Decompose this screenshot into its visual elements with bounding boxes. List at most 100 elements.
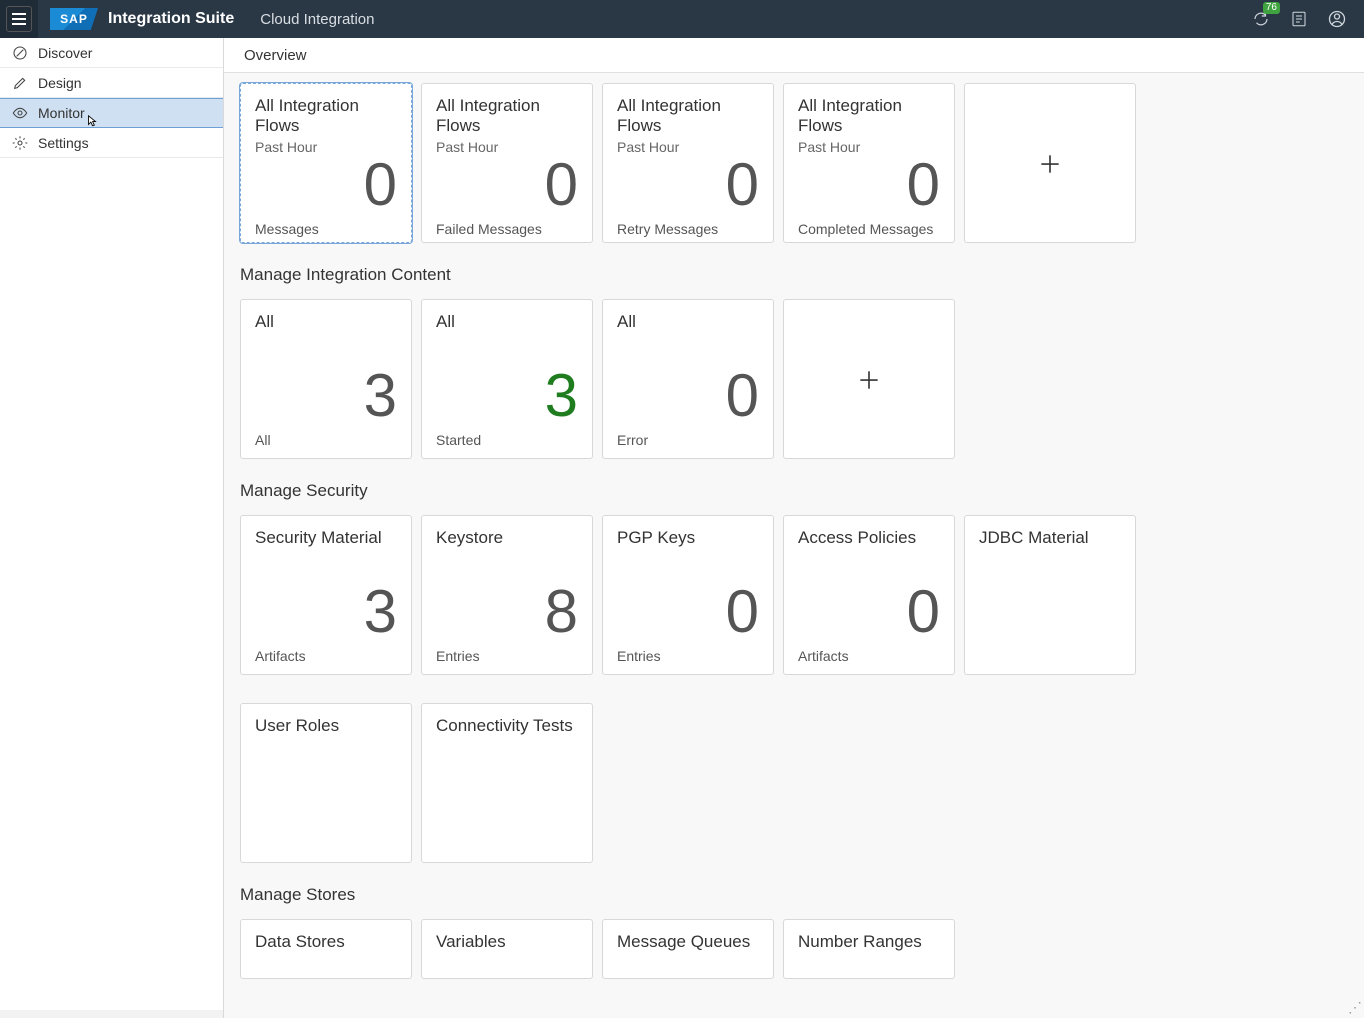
tile-title: JDBC Material xyxy=(979,528,1121,548)
tile-row-security-1: Security Material 3 Artifacts Keystore 8… xyxy=(224,515,1364,675)
tile-footer: Retry Messages xyxy=(617,221,759,237)
tile-connectivity-tests[interactable]: Connectivity Tests 0 _ xyxy=(421,703,593,863)
tile-all-flows-retry[interactable]: All Integration Flows Past Hour 0 Retry … xyxy=(602,83,774,243)
tile-row-message-processing: All Integration Flows Past Hour 0 Messag… xyxy=(224,83,1364,243)
tile-value: 8 xyxy=(436,582,578,642)
tile-content-started[interactable]: All 3 Started xyxy=(421,299,593,459)
sidebar-scrollbar[interactable] xyxy=(0,1010,223,1018)
tile-value: 0 xyxy=(436,155,578,215)
tile-access-policies[interactable]: Access Policies 0 Artifacts xyxy=(783,515,955,675)
tile-footer: Artifacts xyxy=(255,648,397,664)
tile-title: All xyxy=(255,312,397,332)
tile-variables[interactable]: Variables xyxy=(421,919,593,979)
tile-title: All Integration Flows xyxy=(617,96,759,137)
tile-footer: Completed Messages xyxy=(798,221,940,237)
overview-label: Overview xyxy=(244,47,307,64)
tile-pgp-keys[interactable]: PGP Keys 0 Entries xyxy=(602,515,774,675)
app-title: Cloud Integration xyxy=(260,11,374,28)
tile-row-integration-content: All 3 All All 3 Started All 0 Error xyxy=(224,299,1364,459)
tile-jdbc-material[interactable]: JDBC Material 0 _ xyxy=(964,515,1136,675)
compass-icon xyxy=(10,45,30,61)
tile-content-all[interactable]: All 3 All xyxy=(240,299,412,459)
tile-value: 0 xyxy=(617,582,759,642)
tile-value: 0 xyxy=(798,582,940,642)
tile-data-stores[interactable]: Data Stores xyxy=(240,919,412,979)
tile-footer: Artifacts xyxy=(798,648,940,664)
tile-value: 3 xyxy=(255,582,397,642)
tile-title: Number Ranges xyxy=(798,932,940,952)
tile-title: Keystore xyxy=(436,528,578,548)
tile-message-queues[interactable]: Message Queues xyxy=(602,919,774,979)
tile-title: All xyxy=(436,312,578,332)
breadcrumb: Overview xyxy=(224,38,1364,73)
app-header: SAP Integration Suite Cloud Integration … xyxy=(0,0,1364,38)
pencil-icon xyxy=(10,75,30,91)
sap-logo: SAP xyxy=(50,8,98,30)
tile-value: 0 xyxy=(798,155,940,215)
tile-user-roles[interactable]: User Roles 0 _ xyxy=(240,703,412,863)
sidebar: Discover Design Monitor Settings xyxy=(0,38,224,1018)
tile-row-stores: Data Stores Variables Message Queues Num… xyxy=(224,919,1364,979)
tile-all-flows-failed[interactable]: All Integration Flows Past Hour 0 Failed… xyxy=(421,83,593,243)
notification-badge: 76 xyxy=(1263,2,1280,14)
tile-title: Security Material xyxy=(255,528,397,548)
tile-title: Access Policies xyxy=(798,528,940,548)
tile-title: All Integration Flows xyxy=(255,96,397,137)
tile-title: All Integration Flows xyxy=(798,96,940,137)
tile-footer: Started xyxy=(436,432,578,448)
user-button[interactable] xyxy=(1322,4,1352,34)
tile-footer: Error xyxy=(617,432,759,448)
tile-title: Message Queues xyxy=(617,932,759,952)
resize-grip-icon: ⋰ xyxy=(1348,999,1362,1016)
tile-add-integration-content[interactable] xyxy=(783,299,955,459)
tile-title: User Roles xyxy=(255,716,397,736)
tile-value: 3 xyxy=(255,366,397,426)
tile-title: Connectivity Tests xyxy=(436,716,578,736)
sidebar-item-discover[interactable]: Discover xyxy=(0,38,223,68)
section-title-stores: Manage Stores xyxy=(224,863,1364,915)
section-title-security: Manage Security xyxy=(224,459,1364,511)
tile-footer: Messages xyxy=(255,221,397,237)
tile-value: 3 xyxy=(436,366,578,426)
gear-icon xyxy=(10,135,30,151)
tile-value: 0 xyxy=(255,155,397,215)
section-title-integration-content: Manage Integration Content xyxy=(224,243,1364,295)
notes-button[interactable] xyxy=(1284,4,1314,34)
tile-all-flows-completed[interactable]: All Integration Flows Past Hour 0 Comple… xyxy=(783,83,955,243)
tile-add-message-processing[interactable] xyxy=(964,83,1136,243)
sidebar-item-label: Design xyxy=(38,75,82,91)
tile-row-security-2: User Roles 0 _ Connectivity Tests 0 _ xyxy=(224,703,1364,863)
tile-security-material[interactable]: Security Material 3 Artifacts xyxy=(240,515,412,675)
hamburger-wrap xyxy=(0,0,38,38)
tile-content-error[interactable]: All 0 Error xyxy=(602,299,774,459)
tile-footer: Failed Messages xyxy=(436,221,578,237)
tile-value: 0 xyxy=(617,155,759,215)
sidebar-item-label: Discover xyxy=(38,45,92,61)
sidebar-item-label: Monitor xyxy=(38,105,85,121)
tile-number-ranges[interactable]: Number Ranges xyxy=(783,919,955,979)
content-area: Overview All Integration Flows Past Hour… xyxy=(224,38,1364,1018)
plus-icon xyxy=(1037,151,1063,177)
hamburger-icon xyxy=(12,13,26,25)
tile-footer: Entries xyxy=(617,648,759,664)
tile-footer: Entries xyxy=(436,648,578,664)
tile-title: Variables xyxy=(436,932,578,952)
sidebar-item-label: Settings xyxy=(38,135,89,151)
sidebar-item-design[interactable]: Design xyxy=(0,68,223,98)
tile-title: All Integration Flows xyxy=(436,96,578,137)
note-icon xyxy=(1290,10,1308,28)
menu-toggle-button[interactable] xyxy=(6,6,32,32)
eye-icon xyxy=(10,105,30,121)
user-icon xyxy=(1327,9,1347,29)
sidebar-item-settings[interactable]: Settings xyxy=(0,128,223,158)
tile-footer: All xyxy=(255,432,397,448)
tile-value: 0 xyxy=(617,366,759,426)
tile-all-flows-messages[interactable]: All Integration Flows Past Hour 0 Messag… xyxy=(240,83,412,243)
tile-keystore[interactable]: Keystore 8 Entries xyxy=(421,515,593,675)
suite-title: Integration Suite xyxy=(108,10,234,28)
tile-title: All xyxy=(617,312,759,332)
sidebar-item-monitor[interactable]: Monitor xyxy=(0,98,223,128)
tile-title: PGP Keys xyxy=(617,528,759,548)
tile-title: Data Stores xyxy=(255,932,397,952)
notifications-button[interactable]: 76 xyxy=(1246,4,1276,34)
